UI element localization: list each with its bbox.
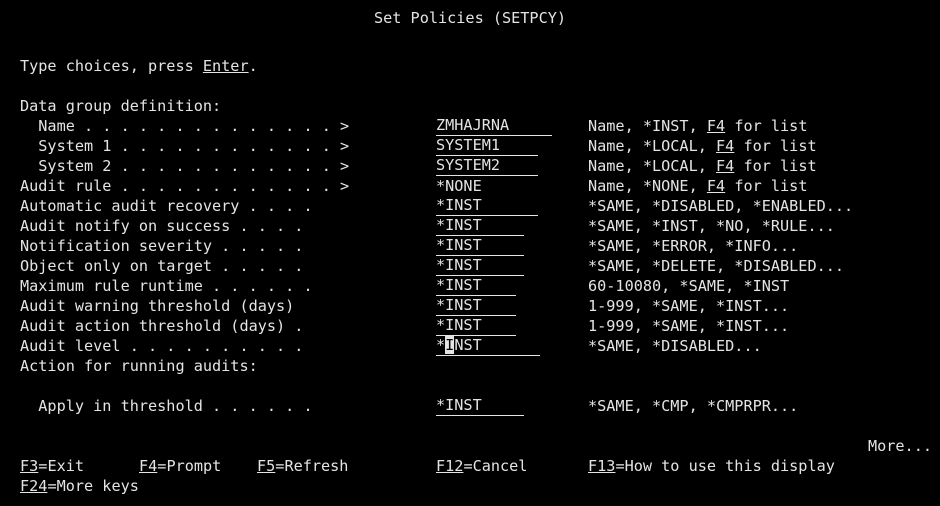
max-runtime-field[interactable]: *INST [436,276,516,296]
auto-recovery-field[interactable]: *INST [436,196,538,216]
audit-level-label: Audit level . . . . . . . . . . [20,337,304,355]
text-cursor: I [445,336,455,354]
audit-rule-label: Audit rule . . . . . . . . . . . . > [20,177,350,195]
f3-exit-key[interactable]: F3=Exit [20,456,84,476]
f4-hint[interactable]: F4 [716,157,734,175]
warn-threshold-hint: 1-999, *SAME, *INST... [588,297,790,315]
max-runtime-hint: 60-10080, *SAME, *INST [588,277,790,295]
apply-threshold-field[interactable]: *INST [436,396,524,416]
apply-threshold-hint: *SAME, *CMP, *CMPRPR... [588,397,799,415]
warn-threshold-field[interactable]: *INST [436,296,516,316]
name-hint: Name, *INST, F4 for list [588,117,808,135]
audit-level-field[interactable]: *INST [436,336,540,356]
system2-hint: Name, *LOCAL, F4 for list [588,157,817,175]
audit-level-hint: *SAME, *DISABLED... [588,337,762,355]
more-indicator: More... [867,437,932,455]
notify-success-field[interactable]: *INST [436,216,524,236]
enter-key-hint[interactable]: Enter [203,57,249,75]
f4-prompt-key[interactable]: F4=Prompt [139,456,221,476]
screen-title: Set Policies (SETPCY) [373,9,567,27]
f4-hint[interactable]: F4 [707,117,725,135]
name-label: Name . . . . . . . . . . . . . . > [20,117,350,135]
object-only-field[interactable]: *INST [436,256,524,276]
audit-rule-field[interactable]: *NONE [436,176,482,196]
system1-label: System 1 . . . . . . . . . . . . > [20,137,350,155]
audit-rule-hint: Name, *NONE, F4 for list [588,177,808,195]
action-threshold-hint: 1-999, *SAME, *INST... [588,317,790,335]
auto-recovery-label: Automatic audit recovery . . . . [20,197,313,215]
object-only-label: Object only on target . . . . . [20,257,304,275]
system1-hint: Name, *LOCAL, F4 for list [588,137,817,155]
system2-label: System 2 . . . . . . . . . . . . > [20,157,350,175]
f5-refresh-key[interactable]: F5=Refresh [257,456,348,476]
object-only-hint: *SAME, *DELETE, *DISABLED... [588,257,845,275]
f4-hint[interactable]: F4 [707,177,725,195]
notify-success-hint: *SAME, *INST, *NO, *RULE... [588,217,835,235]
notify-severity-label: Notification severity . . . . . [20,237,304,255]
notify-severity-hint: *SAME, *ERROR, *INFO... [588,237,799,255]
f24-more-keys[interactable]: F24=More keys [20,476,139,496]
action-threshold-field[interactable]: *INST [436,316,516,336]
f4-hint[interactable]: F4 [716,137,734,155]
apply-threshold-label: Apply in threshold . . . . . . [20,397,313,415]
action-running-heading: Action for running audits: [20,357,258,375]
system1-field[interactable]: SYSTEM1 [436,136,538,156]
f12-cancel-key[interactable]: F12=Cancel [436,456,527,476]
f13-help-key[interactable]: F13=How to use this display [588,456,835,476]
notify-severity-field[interactable]: *INST [436,236,524,256]
data-group-heading: Data group definition: [20,97,222,115]
instructions: Type choices, press Enter. [20,57,258,75]
max-runtime-label: Maximum rule runtime . . . . . . [20,277,313,295]
warn-threshold-label: Audit warning threshold (days) [20,297,295,315]
system2-field[interactable]: SYSTEM2 [436,156,538,176]
notify-success-label: Audit notify on success . . . . [20,217,304,235]
name-field[interactable]: ZMHAJRNA [436,116,552,136]
action-threshold-label: Audit action threshold (days) . [20,317,304,335]
terminal-screen: Set Policies (SETPCY) Type choices, pres… [0,0,940,506]
auto-recovery-hint: *SAME, *DISABLED, *ENABLED... [588,197,854,215]
